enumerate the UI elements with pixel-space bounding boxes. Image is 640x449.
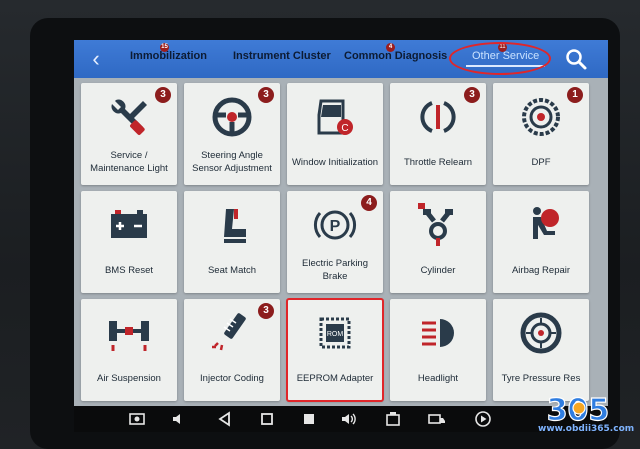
tyre-icon: [520, 312, 562, 354]
home-square-icon[interactable]: [258, 410, 276, 428]
tab-immobilization[interactable]: Immobilization 15: [130, 43, 207, 62]
tile-dpf[interactable]: 1 DPF: [493, 83, 589, 185]
top-nav-bar: ‹ Immobilization 15 Instrument Cluster C…: [74, 40, 608, 78]
vci-icon[interactable]: [384, 410, 402, 428]
tile-label: Air Suspension: [97, 372, 161, 384]
tile-label: Steering Angle Sensor Adjustment: [192, 150, 272, 174]
svg-text:P: P: [330, 218, 341, 235]
tile-eeprom-adapter[interactable]: ROM EEPROM Adapter: [286, 298, 384, 402]
tile-cylinder[interactable]: Cylinder: [390, 191, 486, 293]
back-triangle-icon[interactable]: [216, 410, 234, 428]
tab-instrument-cluster[interactable]: Instrument Cluster: [233, 50, 331, 62]
tablet-screen: ‹ Immobilization 15 Instrument Cluster C…: [74, 40, 608, 406]
tile-label: DPF: [531, 156, 551, 168]
tile-window-initialization[interactable]: C Window Initialization: [287, 83, 383, 185]
throttle-icon: [420, 101, 456, 133]
play-icon[interactable]: [474, 410, 492, 428]
dpf-filter-icon: [522, 98, 560, 136]
tile-label: Window Initialization: [291, 156, 379, 168]
tile-label: Cylinder: [420, 264, 456, 276]
cylinder-icon: [418, 203, 453, 246]
suspension-icon: [109, 321, 149, 351]
watermark-logo: 305: [546, 392, 610, 428]
tile-label: Airbag Repair: [511, 264, 571, 276]
count-badge: 3: [258, 303, 274, 319]
tile-service-maintenance-light[interactable]: 3 Service / Maintenance Light: [81, 83, 177, 185]
count-badge: 3: [155, 87, 171, 103]
tile-airbag-repair[interactable]: Airbag Repair: [493, 191, 589, 293]
seat-icon: [224, 209, 246, 243]
tab-count-badge: 15: [160, 43, 169, 52]
svg-text:ROM: ROM: [327, 331, 344, 338]
tile-air-suspension[interactable]: Air Suspension: [81, 299, 177, 401]
tile-label: Seat Match: [207, 264, 257, 276]
tile-seat-match[interactable]: Seat Match: [184, 191, 280, 293]
tab-count-badge: 4: [386, 43, 395, 52]
tile-label: EEPROM Adapter: [296, 372, 374, 384]
tile-electric-parking-brake[interactable]: P 4 Electric Parking Brake: [287, 191, 383, 293]
tile-label: Headlight: [417, 372, 459, 384]
wrench-screwdriver-icon: [111, 99, 147, 135]
tile-tyre-pressure-reset[interactable]: Tyre Pressure Res: [493, 299, 589, 401]
tile-throttle-relearn[interactable]: 3 Throttle Relearn: [390, 83, 486, 185]
tile-label: Service / Maintenance Light: [90, 150, 168, 174]
airbag-icon: [533, 207, 559, 239]
count-badge: 1: [567, 87, 583, 103]
headlight-icon: [422, 319, 454, 347]
count-badge: 4: [361, 195, 377, 211]
count-badge: 3: [464, 87, 480, 103]
truck-icon[interactable]: [428, 410, 446, 428]
tile-bms-reset[interactable]: BMS Reset: [81, 191, 177, 293]
tile-label: Injector Coding: [200, 372, 264, 384]
tile-headlight[interactable]: Headlight: [390, 299, 486, 401]
parking-brake-icon: P: [313, 210, 357, 240]
tile-steering-angle-sensor[interactable]: 3 Steering Angle Sensor Adjustment: [184, 83, 280, 185]
function-grid: 3 Service / Maintenance Light 3 Steering…: [74, 78, 608, 404]
chevron-left-icon[interactable]: ‹: [84, 46, 108, 72]
car-door-icon: C: [317, 99, 353, 135]
battery-icon: [111, 210, 147, 238]
search-icon[interactable]: [564, 47, 588, 71]
red-circle-annotation: [449, 42, 551, 75]
injector-icon: [212, 313, 246, 351]
screenshot-icon[interactable]: [128, 410, 146, 428]
steering-wheel-icon: [212, 97, 252, 137]
volume-down-icon[interactable]: [170, 410, 188, 428]
rom-chip-icon: ROM: [319, 317, 351, 349]
recents-icon[interactable]: [300, 410, 318, 428]
watermark-url: www.obdii365.com: [538, 424, 635, 434]
system-nav-bar: [74, 406, 608, 432]
tile-label: Throttle Relearn: [403, 156, 473, 168]
tile-label: BMS Reset: [104, 264, 154, 276]
volume-up-icon[interactable]: [340, 410, 358, 428]
tile-label: Electric Parking Brake: [302, 258, 368, 282]
tab-common-diagnosis[interactable]: Common Diagnosis 4: [344, 43, 447, 62]
tile-injector-coding[interactable]: 3 Injector Coding: [184, 299, 280, 401]
svg-text:C: C: [341, 123, 348, 134]
count-badge: 3: [258, 87, 274, 103]
